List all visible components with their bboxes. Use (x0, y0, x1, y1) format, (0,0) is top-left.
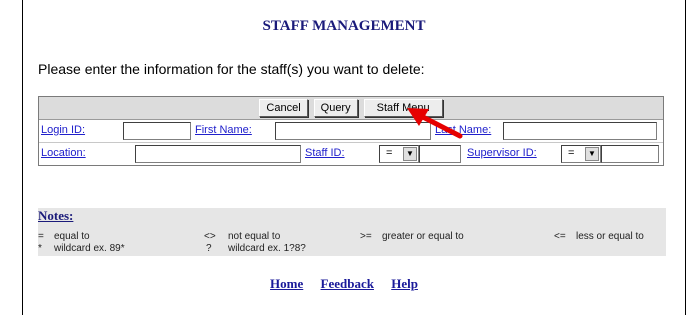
note-text: equal to (54, 231, 90, 242)
staff-id-operator-select[interactable]: = ▼ (379, 145, 419, 163)
notes-title: Notes: (38, 208, 74, 223)
note-symbol: * (38, 243, 42, 254)
feedback-link[interactable]: Feedback (321, 276, 374, 291)
supervisor-id-operator-value: = (568, 147, 575, 159)
note-text: less or equal to (576, 231, 644, 242)
first-name-label[interactable]: First Name: (195, 124, 252, 136)
note-symbol: <= (554, 231, 566, 242)
location-label[interactable]: Location: (41, 147, 86, 159)
pointer-arrow-icon (407, 108, 463, 139)
supervisor-id-operator-select[interactable]: = ▼ (561, 145, 601, 163)
location-input[interactable] (135, 145, 301, 163)
staff-id-input[interactable] (419, 145, 461, 163)
instruction-text: Please enter the information for the sta… (38, 61, 425, 77)
form-row-ids: Location: Staff ID: = ▼ Supervisor ID: =… (39, 143, 663, 165)
login-id-input[interactable] (123, 122, 191, 140)
help-link[interactable]: Help (391, 276, 418, 291)
note-text: greater or equal to (382, 231, 464, 242)
note-text: wildcard ex. 89* (54, 243, 125, 254)
chevron-down-icon: ▼ (585, 147, 599, 161)
form-toolbar: Cancel Query Staff Menu (39, 97, 663, 120)
note-symbol: ? (206, 243, 212, 254)
note-symbol: >= (360, 231, 372, 242)
note-symbol: = (38, 231, 44, 242)
note-text: wildcard ex. 1?8? (228, 243, 306, 254)
notes-panel: Notes: = equal to <> not equal to >= gre… (38, 208, 666, 256)
last-name-input[interactable] (503, 122, 657, 140)
staff-id-operator-value: = (386, 147, 393, 159)
note-text: not equal to (228, 231, 281, 242)
cancel-button[interactable]: Cancel (259, 99, 308, 117)
supervisor-id-input[interactable] (601, 145, 659, 163)
supervisor-id-label[interactable]: Supervisor ID: (467, 147, 537, 159)
chevron-down-icon: ▼ (403, 147, 417, 161)
footer-links: Home Feedback Help (0, 276, 688, 292)
home-link[interactable]: Home (270, 276, 303, 291)
form-row-names: Login ID: First Name: Last Name: (39, 120, 663, 143)
page-title: STAFF MANAGEMENT (262, 18, 426, 34)
login-id-label[interactable]: Login ID: (41, 124, 85, 136)
staff-id-label[interactable]: Staff ID: (305, 147, 345, 159)
note-symbol: <> (204, 231, 216, 242)
delete-staff-form: Cancel Query Staff Menu Login ID: First … (38, 96, 664, 166)
query-button[interactable]: Query (313, 99, 358, 117)
